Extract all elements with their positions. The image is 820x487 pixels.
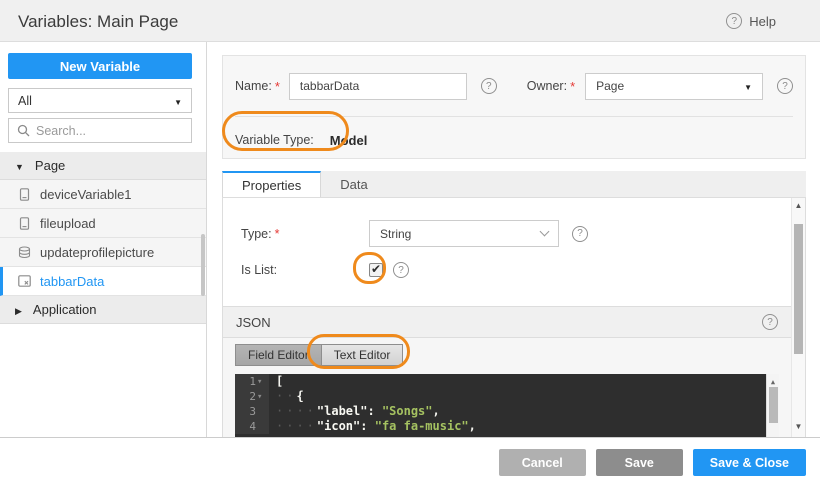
required-asterisk: * bbox=[274, 78, 280, 94]
owner-value: Page bbox=[596, 79, 625, 93]
help-label: Help bbox=[749, 13, 776, 29]
tab-data[interactable]: Data bbox=[321, 171, 386, 197]
line-number: 2 bbox=[249, 390, 256, 403]
json-section-title: JSON bbox=[236, 314, 271, 330]
tree-item-label: updateprofilepicture bbox=[40, 244, 155, 260]
save-and-close-button[interactable]: Save & Close bbox=[692, 449, 806, 476]
content-scrollbar-thumb[interactable] bbox=[794, 224, 803, 354]
field-editor-button[interactable]: Field Editor bbox=[235, 344, 322, 366]
chevron-down-icon bbox=[539, 226, 550, 237]
type-label: Type: * bbox=[241, 226, 280, 241]
sidebar-scrollbar-thumb[interactable] bbox=[201, 234, 205, 296]
tree-item-label: tabbarData bbox=[40, 273, 105, 289]
json-help-icon[interactable] bbox=[762, 314, 778, 330]
scroll-down-icon[interactable] bbox=[792, 422, 805, 431]
line-number: 4 bbox=[249, 420, 256, 433]
tab-bar: Properties Data bbox=[222, 171, 806, 198]
properties-content: Type:* String Is List: JSON bbox=[222, 197, 806, 437]
code-fold-icon[interactable] bbox=[257, 388, 266, 405]
sidebar-item-tabbardata[interactable]: tabbarData bbox=[0, 267, 206, 296]
required-asterisk: * bbox=[570, 78, 576, 94]
editor-scrollbar-thumb[interactable] bbox=[769, 387, 778, 423]
search-input[interactable] bbox=[36, 123, 166, 138]
page-title: Variables: Main Page bbox=[18, 12, 179, 31]
is-list-help-icon[interactable] bbox=[393, 262, 409, 278]
new-variable-button[interactable]: New Variable bbox=[8, 53, 192, 79]
owner-label: Owner: bbox=[526, 79, 568, 93]
variables-sidebar: New Variable All Page deviceVariable1 bbox=[0, 42, 207, 437]
device-variable-icon bbox=[17, 216, 31, 230]
required-asterisk: * bbox=[274, 226, 280, 241]
help-circle-icon bbox=[726, 13, 743, 29]
caret-down-icon bbox=[15, 158, 24, 173]
is-list-checkbox[interactable] bbox=[369, 262, 383, 277]
dialog-header: Variables: Main Page Help bbox=[0, 0, 820, 42]
editor-scrollbar[interactable] bbox=[766, 374, 779, 437]
tree-group-label: Application bbox=[32, 302, 97, 317]
dialog-footer: Cancel Save Save & Close bbox=[0, 437, 820, 487]
search-icon bbox=[17, 124, 30, 137]
code-line: 4 ····"icon": "fa fa-music", bbox=[235, 419, 779, 434]
name-label: Name: bbox=[235, 79, 272, 93]
chevron-down-icon bbox=[744, 79, 752, 93]
service-variable-icon bbox=[17, 245, 31, 259]
help-button[interactable]: Help bbox=[726, 13, 776, 29]
search-box bbox=[8, 118, 192, 143]
line-number: 1 bbox=[249, 375, 256, 388]
tree-item-label: deviceVariable1 bbox=[40, 186, 132, 202]
variable-filter-value: All bbox=[18, 93, 32, 108]
tab-properties[interactable]: Properties bbox=[222, 171, 322, 198]
code-line: 1 [ bbox=[235, 374, 779, 389]
model-variable-icon bbox=[17, 274, 31, 288]
divider bbox=[235, 116, 793, 117]
is-list-label: Is List: bbox=[241, 263, 278, 277]
sidebar-item-devicevariable1[interactable]: deviceVariable1 bbox=[0, 180, 206, 209]
json-section: JSON Field Editor Text Editor 1 [ bbox=[223, 306, 791, 437]
type-value: String bbox=[380, 226, 412, 241]
editor-mode-toggle: Field Editor Text Editor bbox=[235, 344, 779, 366]
type-select[interactable]: String bbox=[369, 220, 559, 247]
variable-summary-panel: Name:* Owner:* Page Variable Type: Model bbox=[222, 55, 806, 159]
chevron-down-icon bbox=[174, 94, 182, 108]
line-number: 3 bbox=[249, 405, 256, 418]
variable-type-value: Model bbox=[329, 132, 368, 148]
device-variable-icon bbox=[17, 187, 31, 201]
content-scrollbar[interactable] bbox=[791, 198, 805, 437]
scroll-up-icon[interactable] bbox=[792, 201, 805, 210]
tree-group-application[interactable]: Application bbox=[0, 296, 206, 324]
variable-tree: Page deviceVariable1 fileupload updatepr… bbox=[0, 152, 206, 324]
sidebar-item-fileupload[interactable]: fileupload bbox=[0, 209, 206, 238]
code-line: 3 ····"label": "Songs", bbox=[235, 404, 779, 419]
sidebar-item-updateprofilepicture[interactable]: updateprofilepicture bbox=[0, 238, 206, 267]
variables-dialog: Variables: Main Page Help New Variable A… bbox=[0, 0, 820, 487]
variable-type-label: Variable Type: bbox=[235, 133, 314, 147]
variable-filter-select[interactable]: All bbox=[8, 88, 192, 113]
tree-item-label: fileupload bbox=[40, 215, 96, 231]
type-help-icon[interactable] bbox=[572, 225, 588, 242]
name-help-icon[interactable] bbox=[480, 78, 497, 94]
owner-select[interactable]: Page bbox=[585, 72, 763, 100]
json-code-editor[interactable]: 1 [ 2 ··{ 3 ····"label": "Songs", 4 bbox=[235, 374, 779, 437]
owner-help-icon[interactable] bbox=[777, 78, 793, 94]
main-panel: Name:* Owner:* Page Variable Type: Model… bbox=[208, 42, 820, 437]
cancel-button[interactable]: Cancel bbox=[498, 449, 586, 476]
tree-group-label: Page bbox=[34, 158, 66, 173]
save-button[interactable]: Save bbox=[595, 449, 683, 476]
name-input[interactable] bbox=[288, 72, 467, 100]
code-line: 2 ··{ bbox=[235, 389, 779, 404]
tree-group-page[interactable]: Page bbox=[0, 152, 206, 180]
text-editor-button[interactable]: Text Editor bbox=[320, 344, 404, 366]
caret-right-icon bbox=[15, 302, 22, 317]
